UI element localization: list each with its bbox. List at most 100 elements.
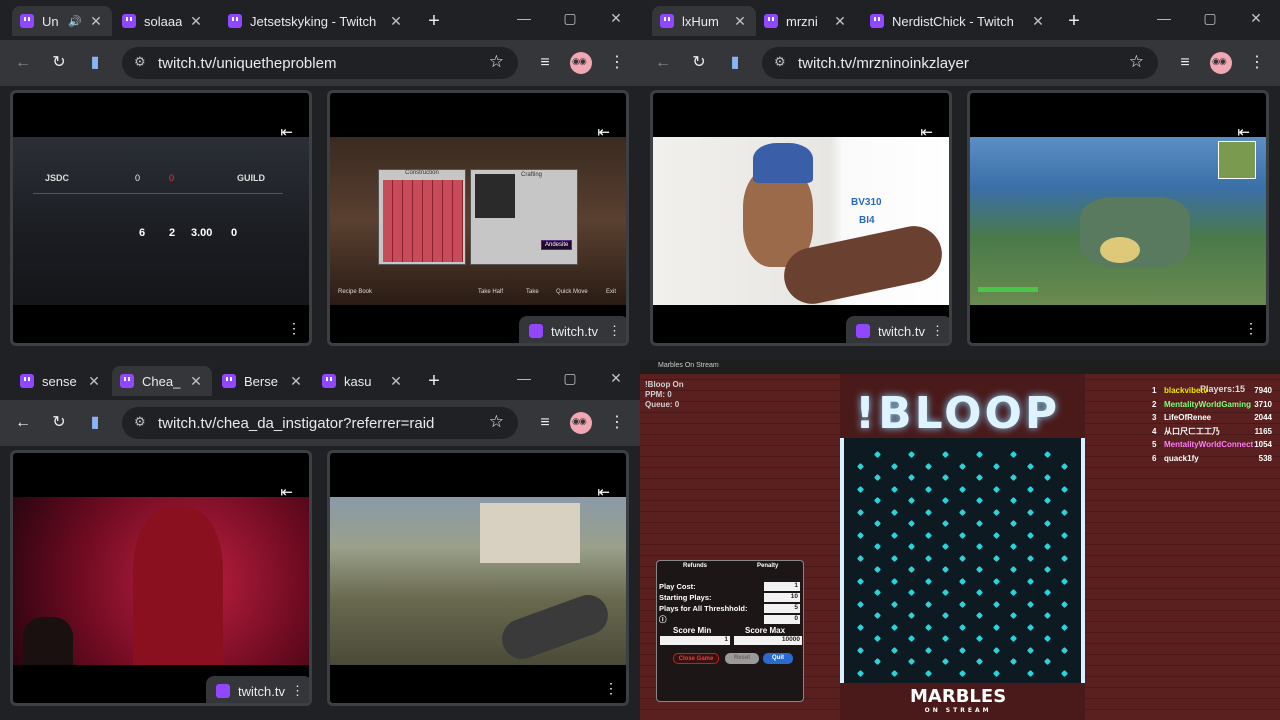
sidebar-icon[interactable]: ▮ [84,412,106,434]
close-icon[interactable]: ✕ [288,373,304,390]
reset-button[interactable]: Reset [725,653,759,664]
tab-1[interactable]: Un 🔊 ✕ [12,6,112,36]
score-max-input[interactable]: 10000 [734,636,802,645]
bookmark-star-icon[interactable]: ☆ [1129,52,1144,72]
tab-1[interactable]: lxHum ✕ [652,6,756,36]
stream-player-1[interactable]: JSDC 0 0 GUILD 6 2 3.00 0 ⇤ ⋮ [10,90,312,346]
tab-3[interactable]: NerdistChick - Twitch ✕ [862,6,1054,36]
minimize-button[interactable]: — [514,10,534,26]
menu-icon[interactable]: ⋮ [606,412,628,434]
close-window-button[interactable]: ✕ [606,10,626,27]
tab-3[interactable]: Jetsetskyking - Twitch ✕ [220,6,412,36]
tab-title: Jetsetskyking - Twitch [250,13,377,29]
avatar[interactable] [570,412,592,434]
stream-player-5[interactable]: ⇤ twitch.tv ⋮ [10,450,312,706]
pop-out-icon[interactable]: ⇤ [1237,123,1250,141]
close-icon[interactable]: ✕ [1030,13,1046,30]
back-icon[interactable]: ← [12,412,34,434]
media-controls-icon[interactable]: ≡ [534,52,556,74]
stream-player-6[interactable]: ⇤ ⋮ [327,450,629,706]
media-controls-icon[interactable]: ≡ [1174,52,1196,74]
close-icon[interactable]: ✕ [188,373,204,390]
pop-out-icon[interactable]: ⇤ [280,483,293,501]
minimize-button[interactable]: — [514,370,534,386]
minimize-button[interactable]: — [1154,10,1174,26]
score-min-input[interactable]: 1 [660,636,730,645]
close-game-button[interactable]: Close Game [673,653,719,664]
peg [907,473,916,482]
peg [907,611,916,620]
reload-icon[interactable]: ↻ [688,52,710,74]
sidebar-icon[interactable]: ▮ [724,52,746,74]
reload-icon[interactable]: ↻ [48,52,70,74]
address-bar[interactable]: ⚙ twitch.tv/uniquetheproblem ☆ [122,47,518,79]
more-options-icon[interactable]: ⋮ [931,323,944,339]
source-chip[interactable]: twitch.tv ⋮ [206,676,309,703]
peg [975,657,984,666]
new-tab-button[interactable]: + [422,10,446,33]
close-icon[interactable]: ✕ [832,13,848,30]
tab-4[interactable]: kasu ✕ [314,366,412,396]
maximize-button[interactable]: ▢ [1200,10,1220,27]
stat-2: 2 [169,227,176,239]
close-window-button[interactable]: ✕ [606,370,626,387]
starting-plays-input[interactable]: 10 [764,592,800,602]
more-options-icon[interactable]: ⋮ [1244,320,1258,337]
video-drawing: BV310 BI4 [653,137,949,310]
close-icon[interactable]: ✕ [88,13,104,30]
source-chip[interactable]: twitch.tv ⋮ [519,316,626,343]
bookmark-star-icon[interactable]: ☆ [489,412,504,432]
close-icon[interactable]: ✕ [732,13,748,30]
pop-out-icon[interactable]: ⇤ [597,483,610,501]
site-info-icon[interactable]: ⚙ [774,54,786,70]
more-options-icon[interactable]: ⋮ [608,323,621,339]
stream-player-2[interactable]: Construction Crafting Andesite Recipe Bo… [327,90,629,346]
tab-2[interactable]: solaaa ✕ [114,6,212,36]
close-icon[interactable]: ✕ [388,13,404,30]
close-icon[interactable]: ✕ [388,373,404,390]
pop-out-icon[interactable]: ⇤ [920,123,933,141]
source-chip[interactable]: twitch.tv ⋮ [846,316,949,343]
close-icon[interactable]: ✕ [86,373,102,390]
media-controls-icon[interactable]: ≡ [534,412,556,434]
extra-input[interactable]: 0 [764,614,800,624]
avatar[interactable] [1210,52,1232,74]
stream-player-4[interactable]: ⇤ ⋮ [967,90,1269,346]
site-info-icon[interactable]: ⚙ [134,54,146,70]
peg [1026,531,1035,539]
more-options-icon[interactable]: ⋮ [287,320,301,337]
tab-2[interactable]: Chea_ ✕ [112,366,212,396]
quit-button[interactable]: Quit [763,653,793,664]
back-icon[interactable]: ← [652,52,674,74]
avatar[interactable] [570,52,592,74]
new-tab-button[interactable]: + [1062,10,1086,33]
close-window-button[interactable]: ✕ [1246,10,1266,27]
threshold-input[interactable]: 5 [764,603,800,613]
reload-icon[interactable]: ↻ [48,412,70,434]
back-icon[interactable]: ← [12,52,34,74]
peg [873,611,882,620]
pop-out-icon[interactable]: ⇤ [597,123,610,141]
tab-3[interactable]: Berse ✕ [214,366,312,396]
sidebar-icon[interactable]: ▮ [84,52,106,74]
site-info-icon[interactable]: ⚙ [134,414,146,430]
bookmark-star-icon[interactable]: ☆ [489,52,504,72]
pop-out-icon[interactable]: ⇤ [280,123,293,141]
speaker-icon[interactable]: 🔊 [68,15,82,28]
more-options-icon[interactable]: ⋮ [604,680,618,697]
new-tab-button[interactable]: + [422,370,446,393]
tab-2[interactable]: mrzni ✕ [756,6,856,36]
menu-icon[interactable]: ⋮ [606,52,628,74]
peg [907,542,916,551]
stream-player-3[interactable]: BV310 BI4 ⇤ twitch.tv ⋮ [650,90,952,346]
menu-icon[interactable]: ⋮ [1246,52,1268,74]
close-icon[interactable]: ✕ [188,13,204,30]
play-cost-input[interactable]: 1 [764,581,800,591]
address-bar[interactable]: ⚙ twitch.tv/mrzninoinkzlayer ☆ [762,47,1158,79]
peg [1060,485,1069,493]
maximize-button[interactable]: ▢ [560,10,580,27]
tab-1[interactable]: sense ✕ [12,366,110,396]
more-options-icon[interactable]: ⋮ [291,683,304,699]
address-bar[interactable]: ⚙ twitch.tv/chea_da_instigator?referrer=… [122,407,518,439]
maximize-button[interactable]: ▢ [560,370,580,387]
